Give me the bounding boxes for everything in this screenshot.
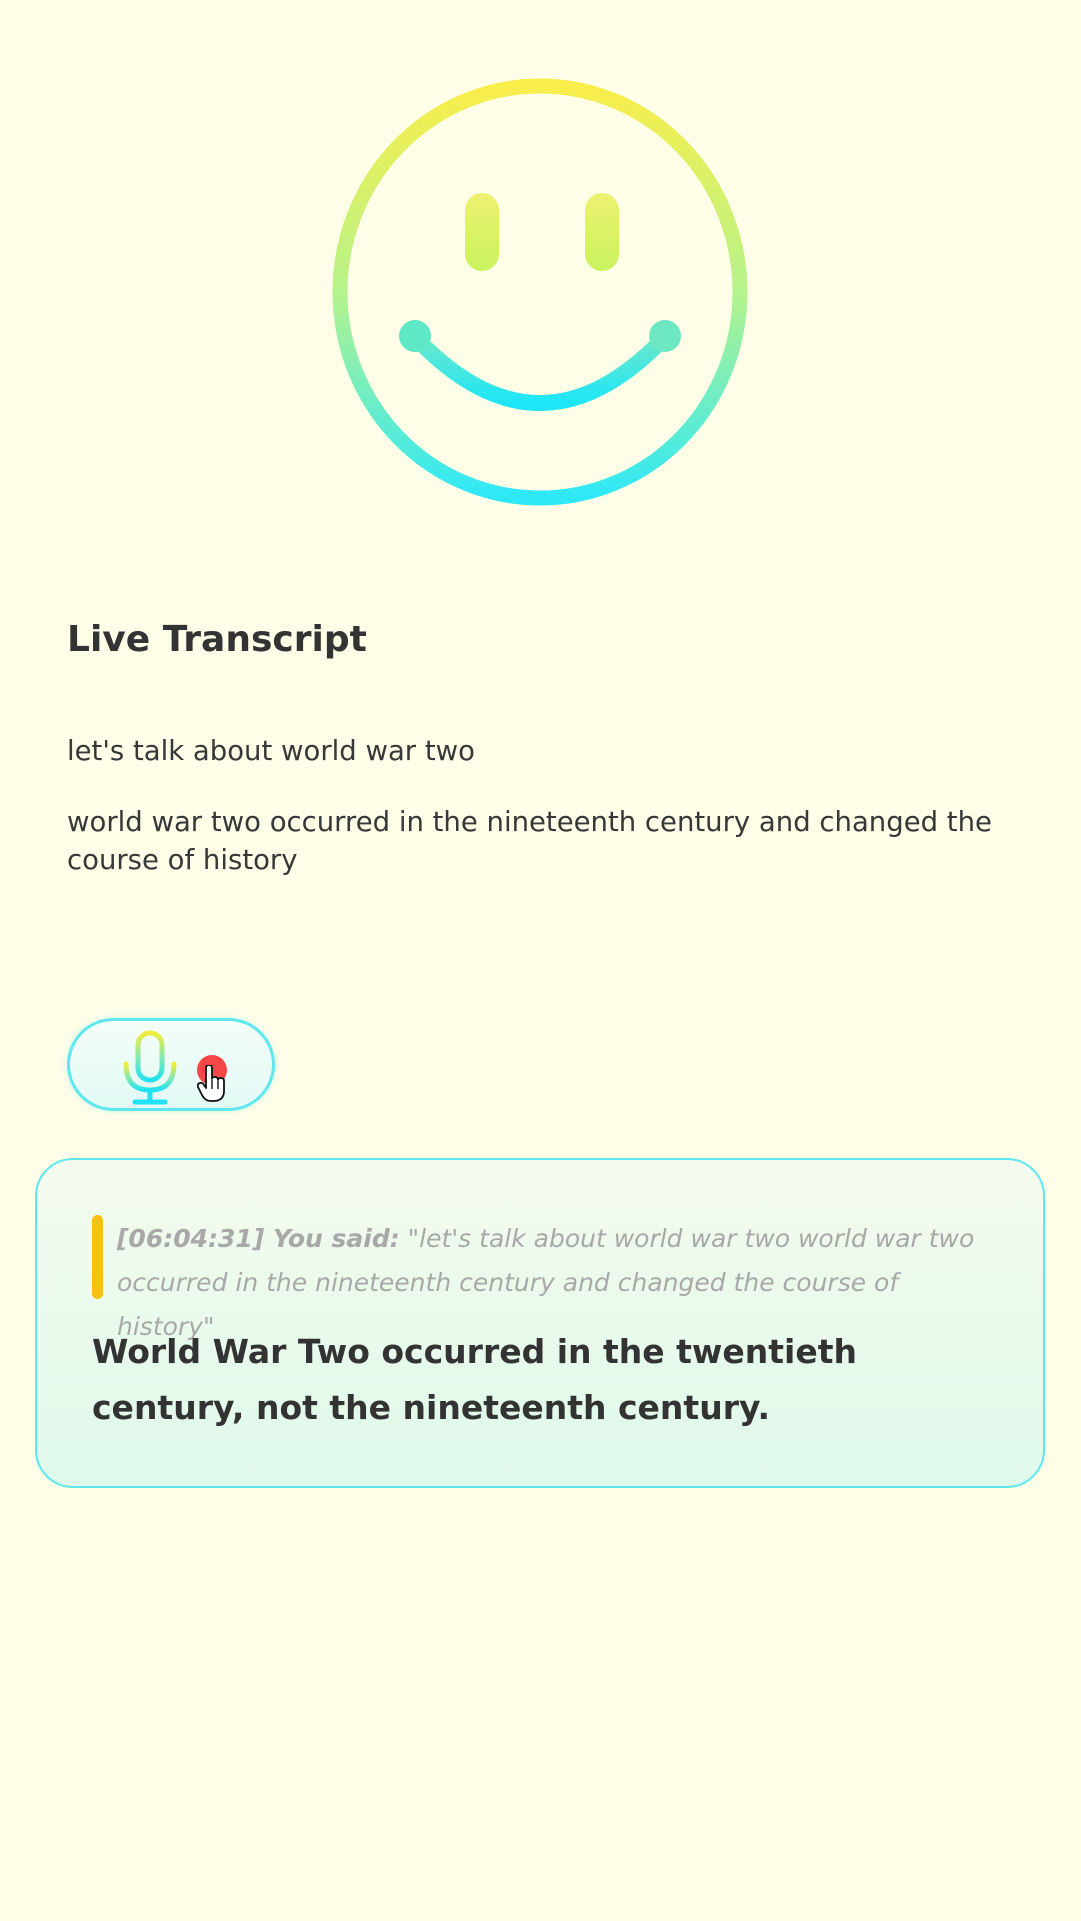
right-eye [585,193,619,271]
fact-check-card: [06:04:31] You said: "let's talk about w… [35,1158,1045,1488]
quote-meta: [06:04:31] You said: [117,1224,400,1253]
smile-left-dimple [399,320,431,352]
transcript-line: let's talk about world war two [67,735,475,767]
left-eye [465,193,499,271]
transcript-line: world war two occurred in the nineteenth… [67,806,992,876]
quote-timestamp: [06:04:31] [117,1224,265,1253]
hand-pointer-icon [197,1065,225,1102]
app-screen: { "transcript": { "title": "Live Transcr… [0,0,1081,1921]
transcript-heading: Live Transcript [67,619,367,660]
face-outline [332,78,748,506]
microphone-record-button[interactable] [67,1018,275,1111]
correction-message: World War Two occurred in the twentieth … [92,1332,858,1427]
quote-accent-bar [92,1215,103,1299]
smiley-face-avatar-icon [332,78,748,506]
smile-right-dimple [649,320,681,352]
smile-mouth [407,329,673,411]
quote-speaker-label: You said: [272,1224,400,1253]
microphone-icon [123,1030,177,1105]
